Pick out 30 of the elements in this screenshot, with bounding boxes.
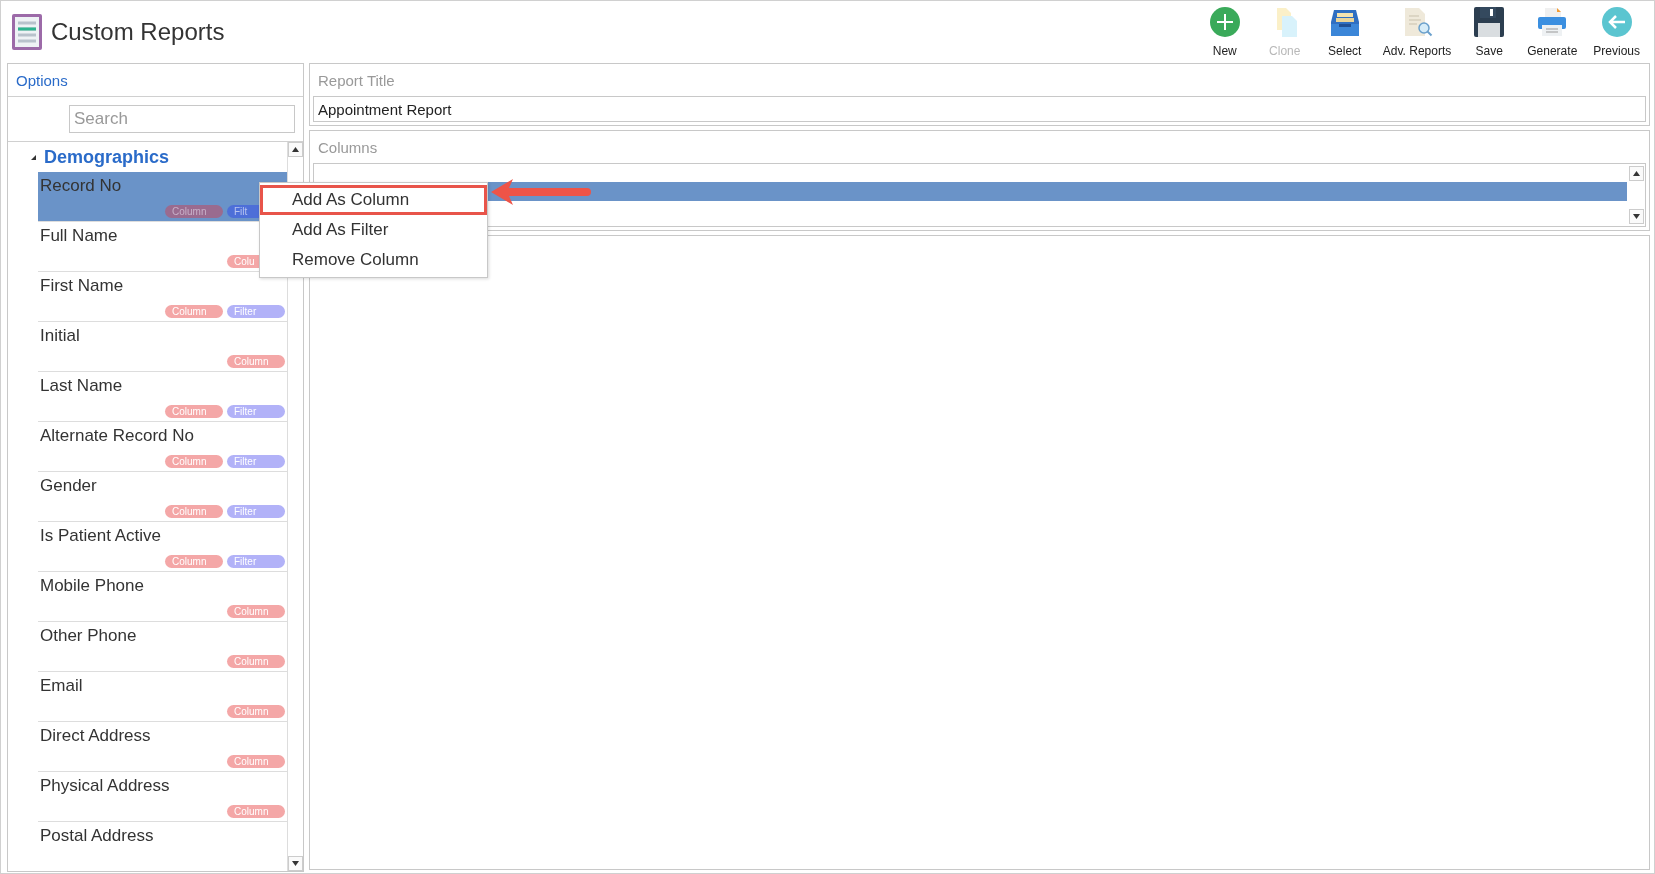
scroll-down-icon[interactable] xyxy=(292,861,299,866)
field-item[interactable]: Physical Address Column xyxy=(38,772,287,822)
group-label[interactable]: Demographics xyxy=(44,146,170,168)
field-item[interactable]: Postal Address xyxy=(38,822,287,871)
menu-item[interactable]: Add As Filter xyxy=(260,215,487,245)
toolbar-button[interactable]: Select xyxy=(1316,4,1373,60)
page-title: Custom Reports xyxy=(51,18,225,46)
field-item[interactable]: Other Phone Column xyxy=(38,622,287,672)
toolbar-button[interactable]: New xyxy=(1196,4,1253,60)
scroll-up-icon[interactable] xyxy=(1632,171,1640,176)
clipboard-list-icon xyxy=(11,13,43,51)
toolbar-button[interactable]: Generate xyxy=(1521,4,1584,60)
scroll-up-icon[interactable] xyxy=(292,147,299,152)
toolbar-button[interactable]: Adv. Reports xyxy=(1376,4,1458,60)
menu-item[interactable]: Add As Column xyxy=(260,185,487,215)
field-item[interactable]: Email Column xyxy=(38,672,287,722)
field-item[interactable]: Mobile Phone Column xyxy=(38,572,287,622)
toolbar-button[interactable]: Save xyxy=(1461,4,1518,60)
report-title-field[interactable]: Appointment Report xyxy=(313,96,1646,122)
panel-title: Options xyxy=(16,71,68,89)
toolbar-button[interactable]: Previous xyxy=(1587,4,1646,60)
field-item[interactable]: Initial Column xyxy=(38,322,287,372)
scroll-down-icon[interactable] xyxy=(1632,214,1640,219)
field-item[interactable]: Direct Address Column xyxy=(38,722,287,772)
field-label: Report Title xyxy=(318,71,395,89)
search-field[interactable]: Search xyxy=(69,105,295,133)
field-label: Columns xyxy=(318,138,378,156)
menu-item[interactable]: Remove Column xyxy=(260,245,487,275)
plus-icon xyxy=(1208,6,1241,38)
printer-icon xyxy=(1536,6,1569,38)
